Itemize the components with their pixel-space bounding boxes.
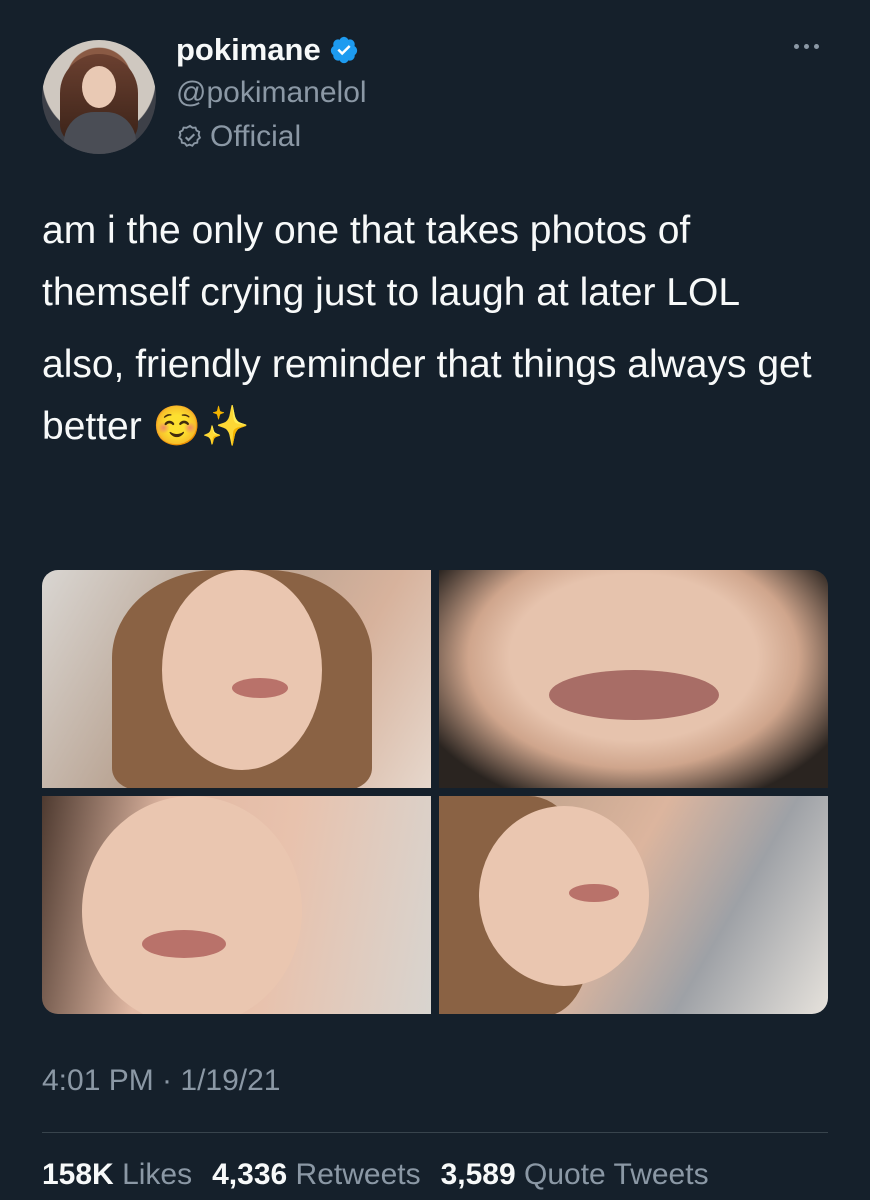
retweets-count: 4,336 [212,1158,288,1191]
photo-3-lips [142,930,226,958]
photo-1-lips [232,678,288,698]
likes-stat[interactable]: 158K Likes [42,1158,192,1192]
quotes-count: 3,589 [440,1158,516,1191]
avatar-body [64,112,136,154]
tweet-text: am i the only one that takes photos of t… [42,200,842,458]
photo-1-face [162,570,322,770]
verified-badge-icon [330,36,357,64]
tweet-paragraph-2: also, friendly reminder that things alwa… [42,334,842,458]
display-name[interactable]: pokimane [176,32,321,68]
official-label-text: Official [210,120,302,153]
photo-3[interactable] [42,796,431,1014]
quotes-label: Quote Tweets [524,1158,709,1191]
photo-4-face [479,806,649,986]
photo-2[interactable] [439,570,828,788]
official-label: Official [176,120,301,154]
smiling-face-emoji: ☺️ [152,404,202,449]
official-badge-icon [178,124,202,147]
photo-2-lips [549,670,719,720]
stats-divider [42,1132,828,1133]
photo-4-lips [569,884,619,902]
photo-4[interactable] [439,796,828,1014]
likes-label: Likes [122,1158,193,1191]
photo-1[interactable] [42,570,431,788]
retweets-stat[interactable]: 4,336 Retweets [212,1158,420,1192]
photo-3-face [82,796,302,1014]
likes-count: 158K [42,1158,114,1191]
tweet-stats: 158K Likes 4,336 Retweets 3,589 Quote Tw… [42,1158,709,1192]
avatar-face [82,66,116,108]
tweet-paragraph-1: am i the only one that takes photos of t… [42,209,741,314]
quote-tweets-stat[interactable]: 3,589 Quote Tweets [441,1158,709,1192]
sparkles-emoji: ✨ [201,404,250,449]
more-options-icon[interactable] [794,36,828,56]
tweet-timestamp[interactable]: 4:01 PM · 1/19/21 [42,1064,280,1098]
media-grid [42,570,828,1014]
name-row: pokimane [176,32,359,68]
user-handle[interactable]: @pokimanelol [176,76,367,110]
retweets-label: Retweets [295,1158,421,1191]
avatar[interactable] [42,40,156,154]
